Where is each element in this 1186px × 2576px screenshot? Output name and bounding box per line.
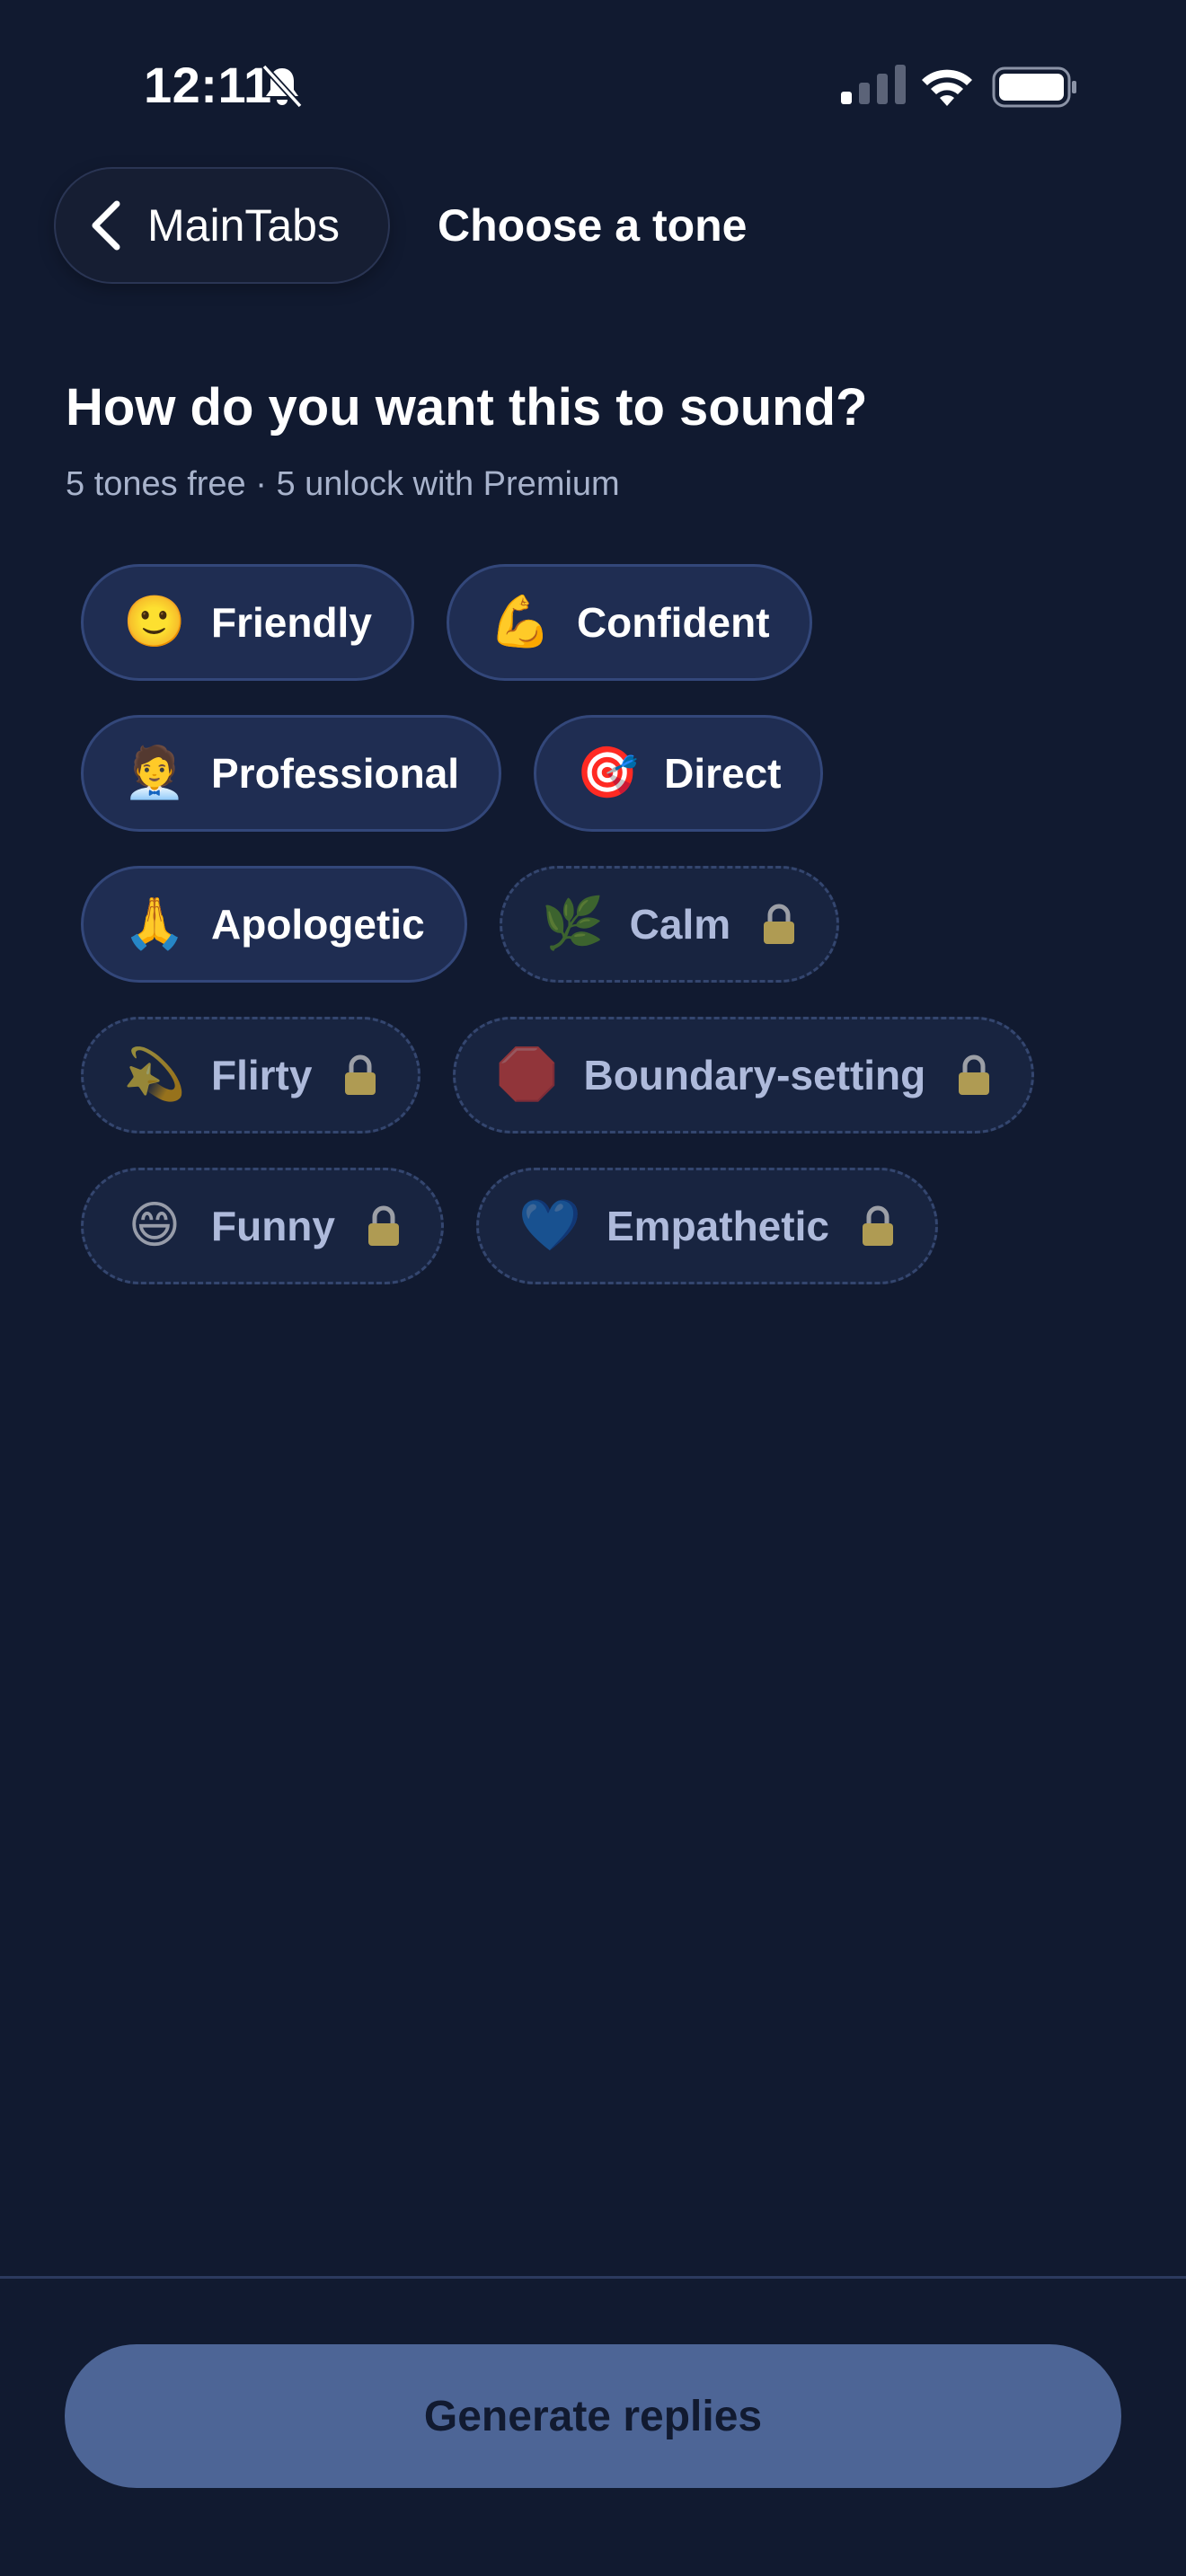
tone-picker-screen: 12:11 MainTabs Choose a tone How do you … — [0, 0, 1186, 2576]
lock-icon — [959, 1054, 990, 1095]
tone-chip-confident[interactable]: 💪 Confident — [446, 564, 812, 681]
tone-chip-label: Flirty — [211, 1052, 313, 1098]
cellular-signal-icon — [841, 65, 906, 104]
status-time: 12:11 — [144, 57, 272, 113]
tone-chip-label: Apologetic — [211, 901, 425, 948]
page-title: Choose a tone — [438, 200, 748, 251]
blue-heart-icon: 💙 — [518, 1196, 581, 1255]
tone-chip-label: Empathetic — [606, 1203, 829, 1249]
tone-chip-row: 🙏 Apologetic 🌿 Calm — [81, 866, 1123, 983]
battery-icon — [992, 66, 1076, 108]
tone-chip-label: Calm — [629, 901, 731, 948]
tone-chip-apologetic[interactable]: 🙏 Apologetic — [81, 866, 467, 983]
lock-icon — [764, 904, 795, 944]
lock-icon — [862, 1205, 893, 1246]
chevron-left-icon — [92, 200, 120, 251]
herb-icon: 🌿 — [541, 895, 605, 953]
tone-chip-professional[interactable]: 🧑‍💼 Professional — [81, 715, 502, 832]
bullseye-icon: 🎯 — [576, 744, 639, 802]
tone-chip-label: Confident — [576, 599, 770, 646]
tone-chip-label: Friendly — [211, 599, 372, 646]
tone-chip-label: Boundary-setting — [583, 1052, 926, 1098]
tone-chip-calm[interactable]: 🌿 Calm — [499, 866, 840, 983]
generate-replies-label: Generate replies — [423, 2392, 763, 2440]
tone-chip-label: Direct — [664, 750, 782, 797]
flexed-biceps-icon: 💪 — [489, 593, 552, 651]
footer-divider — [0, 2276, 1186, 2279]
tone-chip-row: 🧑‍💼 Professional 🎯 Direct — [81, 715, 1123, 832]
tone-chip-group: 🙂 Friendly 💪 Confident 🧑‍💼 Professional … — [81, 564, 1123, 1319]
tone-chip-label: Funny — [211, 1203, 335, 1249]
tone-chip-boundary-setting[interactable]: 🛑 Boundary-setting — [453, 1017, 1035, 1134]
tone-chip-row: 🙂 Friendly 💪 Confident — [81, 564, 1123, 681]
stop-sign-icon: 🛑 — [495, 1045, 559, 1104]
back-button-label: MainTabs — [147, 200, 340, 251]
wifi-icon — [922, 69, 972, 106]
tone-chip-funny[interactable]: 😄 Funny — [81, 1168, 444, 1284]
status-bar: 12:11 — [0, 0, 1186, 171]
tone-chip-flirty[interactable]: 💫 Flirty — [81, 1017, 421, 1134]
bell-muted-icon — [261, 64, 303, 109]
tone-chip-friendly[interactable]: 🙂 Friendly — [81, 564, 414, 681]
tone-chip-direct[interactable]: 🎯 Direct — [534, 715, 824, 832]
back-button[interactable]: MainTabs — [54, 167, 390, 284]
tone-chip-empathetic[interactable]: 💙 Empathetic — [475, 1168, 938, 1284]
office-worker-icon: 🧑‍💼 — [123, 744, 186, 802]
lock-icon — [367, 1205, 399, 1246]
tone-chip-row: 💫 Flirty 🛑 Boundary-setting — [81, 1017, 1123, 1134]
tone-subtitle: 5 tones free · 5 unlock with Premium — [66, 465, 620, 503]
tone-question-heading: How do you want this to sound? — [66, 378, 868, 437]
tone-chip-label: Professional — [211, 750, 460, 797]
smiling-face-icon: 🙂 — [123, 593, 186, 651]
tone-chip-row: 😄 Funny 💙 Empathetic — [81, 1168, 1123, 1284]
lock-icon — [345, 1054, 376, 1095]
folded-hands-icon: 🙏 — [123, 895, 186, 953]
grinning-face-icon: 😄 — [128, 1196, 181, 1255]
generate-replies-button[interactable]: Generate replies — [65, 2344, 1121, 2488]
dizzy-star-icon: 💫 — [123, 1045, 186, 1104]
